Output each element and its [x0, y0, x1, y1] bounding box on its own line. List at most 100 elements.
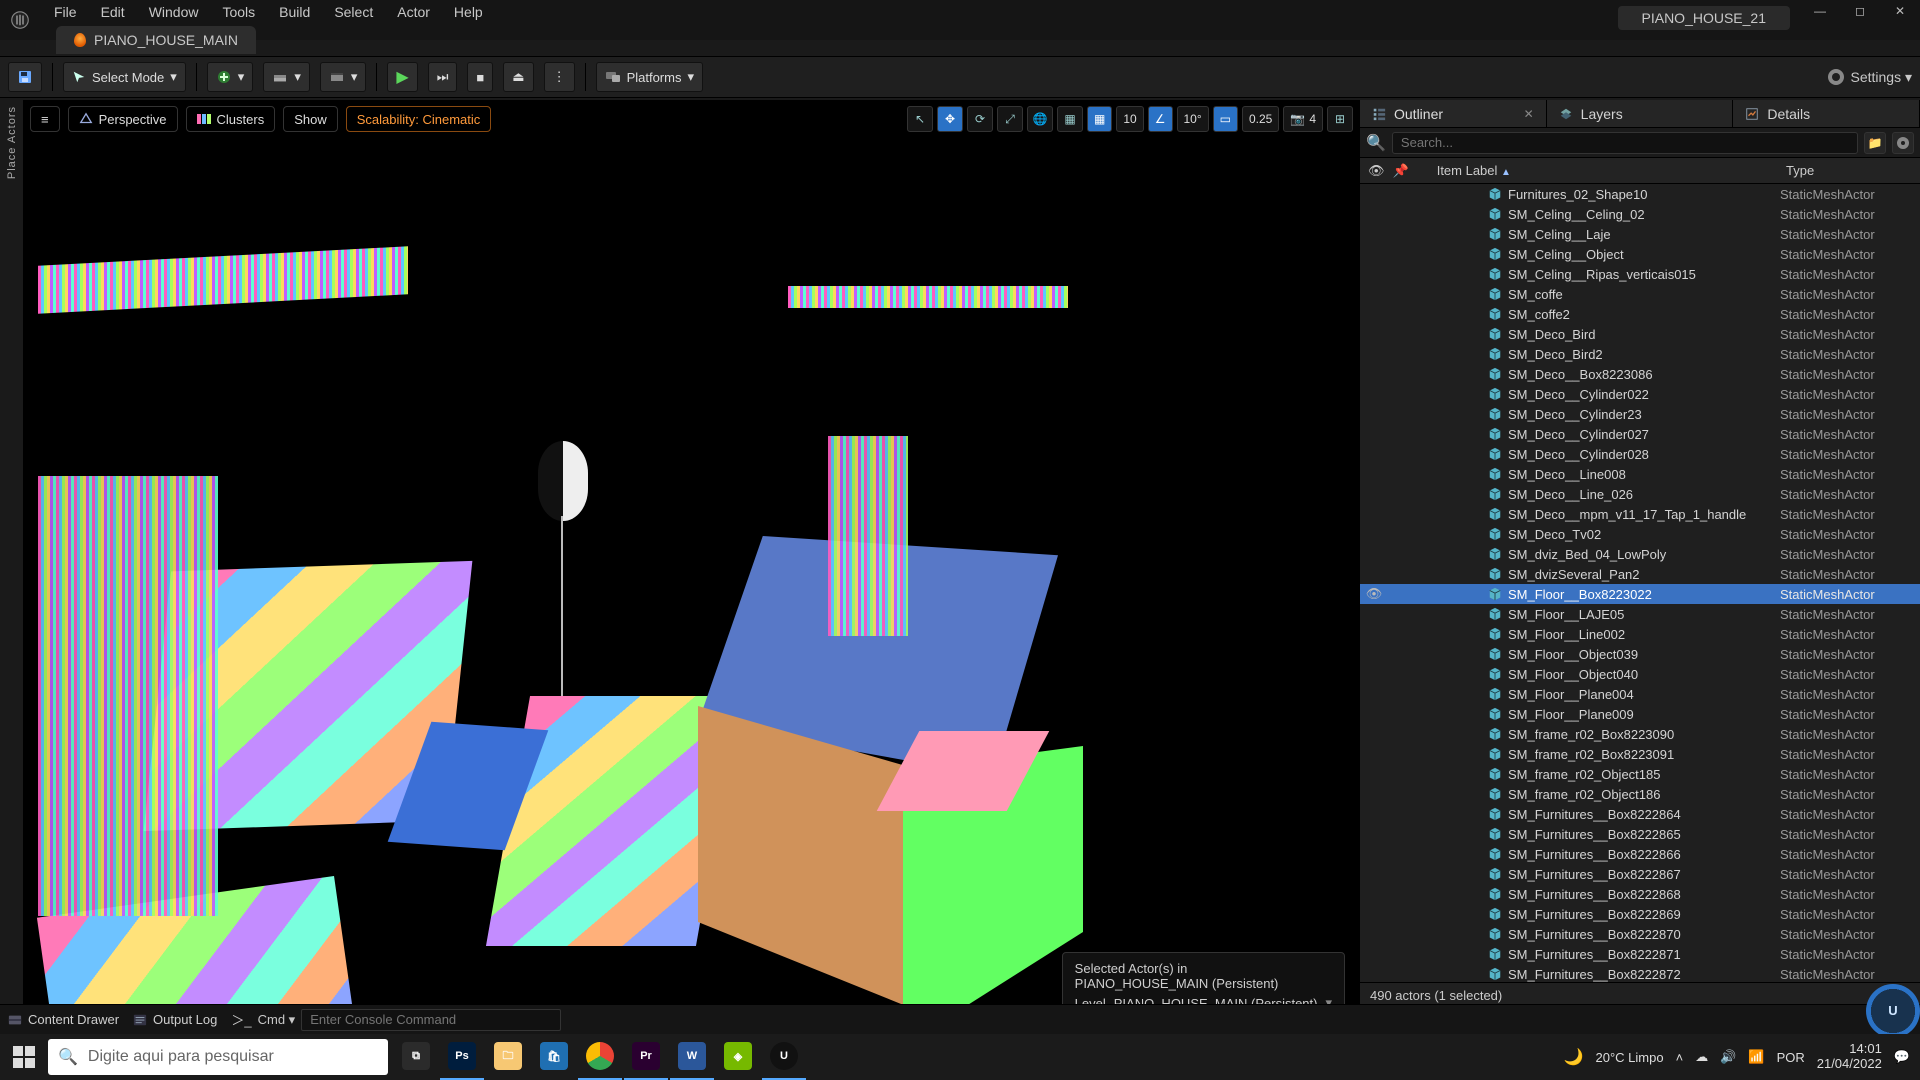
- tray-volume-icon[interactable]: 🔊: [1720, 1049, 1736, 1065]
- weather-text[interactable]: 20°C Limpo: [1596, 1050, 1664, 1065]
- cmd-mode-dropdown[interactable]: Cmd ▾: [258, 1012, 296, 1028]
- menu-tools[interactable]: Tools: [212, 2, 265, 22]
- outliner-row[interactable]: 👁SM_coffeStaticMeshActor: [1360, 284, 1920, 304]
- outliner-row[interactable]: 👁SM_Furnitures__Box8222870StaticMeshActo…: [1360, 924, 1920, 944]
- play-button[interactable]: ▶: [387, 62, 417, 92]
- visibility-icon[interactable]: 👁: [1368, 163, 1385, 179]
- place-actors-rail[interactable]: Place Actors: [0, 100, 24, 1034]
- project-name-pill[interactable]: PIANO_HOUSE_21: [1618, 6, 1791, 30]
- translate-tool[interactable]: ✥: [937, 106, 963, 132]
- outliner-row[interactable]: 👁SM_dviz_Bed_04_LowPolyStaticMeshActor: [1360, 544, 1920, 564]
- open-level-tab[interactable]: PIANO_HOUSE_MAIN: [56, 26, 256, 54]
- viewmode-clusters[interactable]: Clusters: [186, 106, 276, 132]
- taskbar-photoshop[interactable]: Ps: [440, 1034, 484, 1080]
- tab-details[interactable]: Details: [1733, 100, 1920, 127]
- taskbar-word[interactable]: W: [670, 1034, 714, 1080]
- outliner-row[interactable]: 👁SM_Floor__Object039StaticMeshActor: [1360, 644, 1920, 664]
- menu-build[interactable]: Build: [269, 2, 320, 22]
- tab-outliner[interactable]: Outliner ✕: [1360, 100, 1547, 127]
- eject-button[interactable]: ⏏: [503, 62, 533, 92]
- content-drawer-button[interactable]: Content Drawer: [8, 1012, 119, 1027]
- minimize-button[interactable]: —: [1800, 0, 1840, 22]
- viewport-menu-button[interactable]: ≡: [30, 106, 60, 132]
- show-dropdown[interactable]: Show: [283, 106, 338, 132]
- outliner-row[interactable]: 👁SM_Deco__Cylinder028StaticMeshActor: [1360, 444, 1920, 464]
- outliner-search-input[interactable]: [1392, 132, 1858, 154]
- tray-chevron-icon[interactable]: ˄: [1676, 1050, 1684, 1065]
- settings-dropdown[interactable]: Settings ▾: [1850, 69, 1912, 86]
- level-viewport[interactable]: Selected Actor(s) in PIANO_HOUSE_MAIN (P…: [28, 136, 1355, 1030]
- outliner-row[interactable]: 👁SM_Furnitures__Box8222867StaticMeshActo…: [1360, 864, 1920, 884]
- add-content-button[interactable]: ▾: [207, 62, 254, 92]
- menu-actor[interactable]: Actor: [387, 2, 440, 22]
- tray-notifications-icon[interactable]: 💬: [1894, 1049, 1910, 1065]
- outliner-row[interactable]: 👁SM_Furnitures__Box8222872StaticMeshActo…: [1360, 964, 1920, 982]
- tray-language-icon[interactable]: POR: [1777, 1050, 1805, 1065]
- outliner-settings[interactable]: [1892, 132, 1914, 154]
- outliner-row[interactable]: 👁Furnitures_02_Shape10StaticMeshActor: [1360, 184, 1920, 204]
- outliner-row[interactable]: 👁SM_Deco__Cylinder022StaticMeshActor: [1360, 384, 1920, 404]
- tray-network-icon[interactable]: 📶: [1748, 1049, 1764, 1065]
- console-input[interactable]: [301, 1009, 561, 1031]
- surface-snap-toggle[interactable]: ▦: [1057, 106, 1083, 132]
- angle-snap-value[interactable]: 10°: [1177, 106, 1209, 132]
- grid-snap-value[interactable]: 10: [1116, 106, 1143, 132]
- outliner-row[interactable]: 👁SM_Deco__Cylinder23StaticMeshActor: [1360, 404, 1920, 424]
- outliner-row[interactable]: 👁SM_Furnitures__Box8222866StaticMeshActo…: [1360, 844, 1920, 864]
- outliner-row[interactable]: 👁SM_Deco__Line_026StaticMeshActor: [1360, 484, 1920, 504]
- menu-file[interactable]: File: [44, 2, 87, 22]
- outliner-row[interactable]: 👁SM_Floor__Plane009StaticMeshActor: [1360, 704, 1920, 724]
- viewport-maximize[interactable]: ⊞: [1327, 106, 1353, 132]
- outliner-row[interactable]: 👁SM_Deco_BirdStaticMeshActor: [1360, 324, 1920, 344]
- play-options-button[interactable]: ⋮: [544, 62, 575, 92]
- outliner-row[interactable]: 👁SM_Furnitures__Box8222865StaticMeshActo…: [1360, 824, 1920, 844]
- taskbar-chrome[interactable]: [578, 1034, 622, 1080]
- select-mode-dropdown[interactable]: Select Mode ▾: [63, 62, 186, 92]
- outliner-row[interactable]: 👁SM_frame_r02_Box8223091StaticMeshActor: [1360, 744, 1920, 764]
- start-button[interactable]: [0, 1034, 48, 1080]
- taskbar-unreal[interactable]: U: [762, 1034, 806, 1080]
- camera-speed[interactable]: 📷 4: [1283, 106, 1323, 132]
- rotate-tool[interactable]: ⟳: [967, 106, 993, 132]
- maximize-button[interactable]: ◻: [1840, 0, 1880, 22]
- outliner-row[interactable]: 👁SM_Celing__Ripas_verticais015StaticMesh…: [1360, 264, 1920, 284]
- outliner-add-folder[interactable]: 📁: [1864, 132, 1886, 154]
- skip-button[interactable]: ⏭: [428, 62, 458, 92]
- outliner-row[interactable]: 👁SM_Deco_Tv02StaticMeshActor: [1360, 524, 1920, 544]
- outliner-row[interactable]: 👁SM_Furnitures__Box8222864StaticMeshActo…: [1360, 804, 1920, 824]
- menu-select[interactable]: Select: [324, 2, 383, 22]
- outliner-row[interactable]: 👁SM_frame_r02_Box8223090StaticMeshActor: [1360, 724, 1920, 744]
- coord-space-toggle[interactable]: 🌐: [1027, 106, 1053, 132]
- outliner-row[interactable]: 👁SM_dvizSeveral_Pan2StaticMeshActor: [1360, 564, 1920, 584]
- scalability-dropdown[interactable]: Scalability: Cinematic: [346, 106, 492, 132]
- scale-snap-value[interactable]: 0.25: [1242, 106, 1279, 132]
- menu-help[interactable]: Help: [444, 2, 493, 22]
- outliner-row[interactable]: 👁SM_Floor__Line002StaticMeshActor: [1360, 624, 1920, 644]
- outliner-row[interactable]: 👁SM_frame_r02_Object185StaticMeshActor: [1360, 764, 1920, 784]
- perspective-dropdown[interactable]: Perspective: [68, 106, 178, 132]
- taskbar-explorer[interactable]: 🗀: [486, 1034, 530, 1080]
- pin-icon[interactable]: 📌: [1393, 163, 1409, 179]
- outliner-row[interactable]: 👁SM_coffe2StaticMeshActor: [1360, 304, 1920, 324]
- platforms-dropdown[interactable]: Platforms ▾: [596, 62, 703, 92]
- taskbar-premiere[interactable]: Pr: [624, 1034, 668, 1080]
- output-log-button[interactable]: Output Log: [133, 1012, 217, 1027]
- grid-snap-toggle[interactable]: ▦: [1087, 106, 1112, 132]
- menu-window[interactable]: Window: [139, 2, 209, 22]
- windows-search[interactable]: 🔍 Digite aqui para pesquisar: [48, 1039, 388, 1075]
- marketplace-button[interactable]: ▾: [263, 62, 310, 92]
- column-item-label[interactable]: Item Label ▲: [1437, 163, 1511, 178]
- outliner-row[interactable]: 👁SM_Floor__Box8223022StaticMeshActor: [1360, 584, 1920, 604]
- cinematics-button[interactable]: ▾: [320, 62, 367, 92]
- tray-onedrive-icon[interactable]: ☁: [1695, 1049, 1708, 1065]
- outliner-row[interactable]: 👁SM_Furnitures__Box8222868StaticMeshActo…: [1360, 884, 1920, 904]
- menu-edit[interactable]: Edit: [91, 2, 135, 22]
- outliner-row[interactable]: 👁SM_Floor__LAJE05StaticMeshActor: [1360, 604, 1920, 624]
- outliner-row[interactable]: 👁SM_Celing__ObjectStaticMeshActor: [1360, 244, 1920, 264]
- angle-snap-toggle[interactable]: ∠: [1148, 106, 1173, 132]
- taskbar-clock[interactable]: 14:01 21/04/2022: [1817, 1042, 1882, 1072]
- taskbar-store[interactable]: 🛍: [532, 1034, 576, 1080]
- outliner-row[interactable]: 👁SM_Celing__Celing_02StaticMeshActor: [1360, 204, 1920, 224]
- outliner-row[interactable]: 👁SM_frame_r02_Object186StaticMeshActor: [1360, 784, 1920, 804]
- tab-layers[interactable]: Layers: [1547, 100, 1734, 127]
